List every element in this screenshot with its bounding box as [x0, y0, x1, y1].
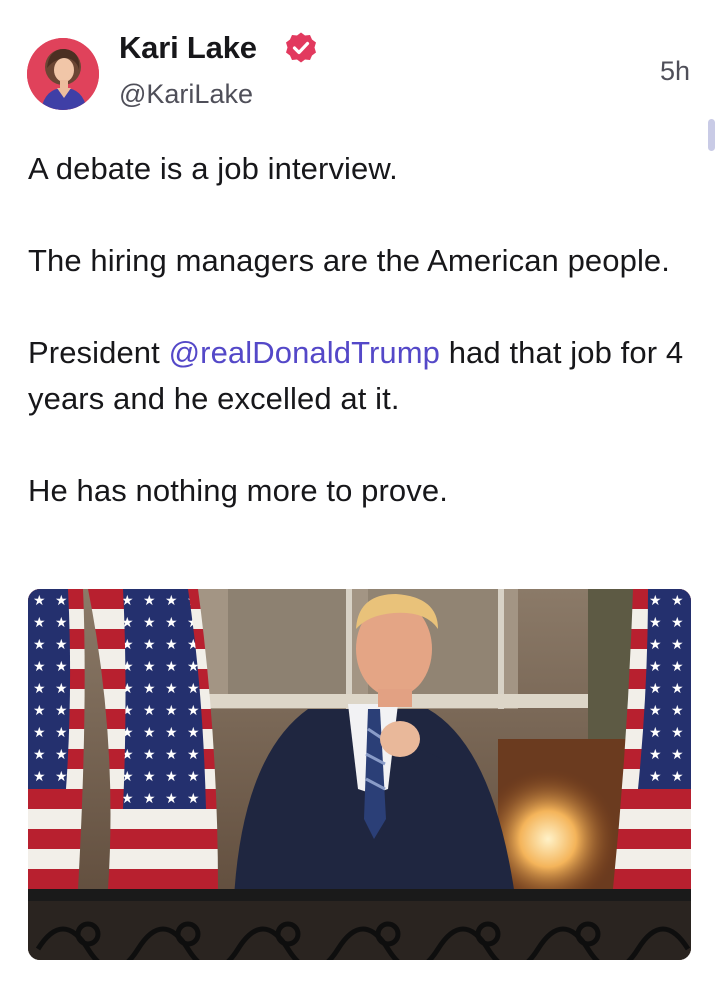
author-display-name[interactable]: Kari Lake: [119, 28, 257, 68]
post-paragraph-1: A debate is a job interview.: [28, 151, 398, 186]
post-paragraph-2: The hiring managers are the American peo…: [28, 243, 670, 278]
verified-badge-icon: [284, 31, 318, 65]
post-paragraph-3: President @realDonaldTrump had that job …: [28, 330, 688, 422]
mention-link[interactable]: @realDonaldTrump: [169, 335, 440, 370]
post-body: A debate is a job interview. The hiring …: [28, 146, 688, 560]
post-media-photo[interactable]: ★: [28, 589, 691, 960]
author-avatar[interactable]: [27, 38, 99, 110]
post-paragraph-3-text: President: [28, 335, 169, 370]
author-handle[interactable]: @KariLake: [119, 76, 253, 112]
post-paragraph-4: He has nothing more to prove.: [28, 473, 448, 508]
post-card[interactable]: Kari Lake @KariLake 5h A debate is a job…: [0, 0, 720, 984]
post-timestamp[interactable]: 5h: [660, 54, 690, 88]
scrollbar-thumb[interactable]: [708, 119, 715, 151]
post-header: Kari Lake @KariLake 5h: [0, 0, 720, 130]
